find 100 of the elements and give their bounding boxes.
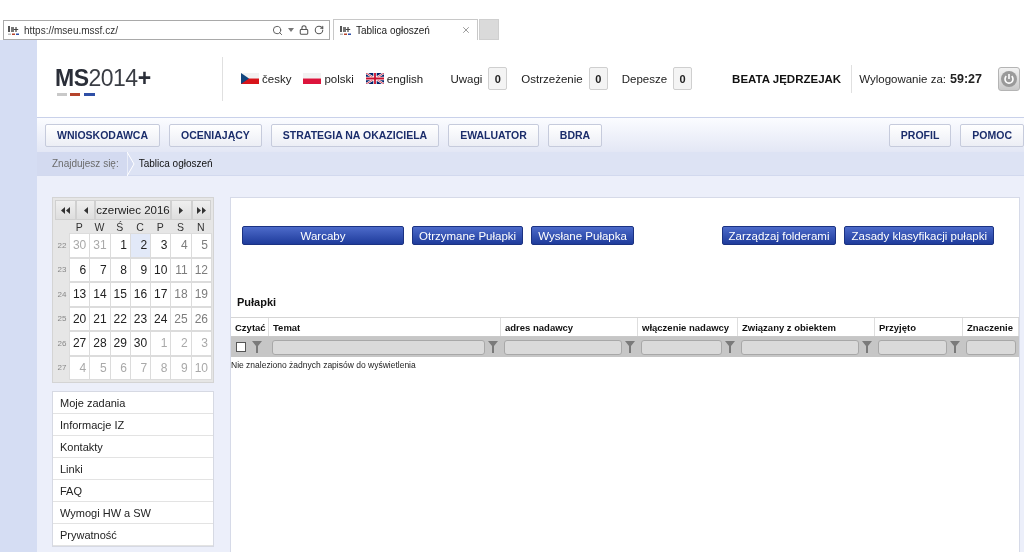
count-badge[interactable]: 0 <box>673 67 693 90</box>
site-icon <box>340 25 351 35</box>
calendar-day[interactable]: 18 <box>170 282 192 307</box>
nav-button[interactable]: EWALUATOR <box>448 123 539 147</box>
filter-icon[interactable] <box>488 341 498 353</box>
refresh-icon[interactable] <box>314 25 324 35</box>
count-badge[interactable]: 0 <box>588 67 608 90</box>
filter-icon[interactable] <box>252 341 262 353</box>
double-right-icon <box>196 206 206 214</box>
column-header[interactable]: Związany z obiektem <box>738 318 875 336</box>
nav-button[interactable]: WNIOSKODAWCA <box>45 123 160 147</box>
counter-label: Uwagi <box>450 72 483 85</box>
nav-button[interactable]: PROFIL <box>888 123 952 147</box>
calendar-day[interactable]: 27 <box>69 331 91 356</box>
language-link[interactable]: english <box>365 72 424 85</box>
column-header[interactable]: Temat <box>269 318 501 336</box>
caret-icon[interactable] <box>288 28 294 32</box>
filter-field[interactable] <box>641 339 722 355</box>
calendar-day[interactable]: 2 <box>129 233 152 258</box>
calendar-title[interactable]: czerwiec 2016 <box>95 200 171 220</box>
breadcrumb-link[interactable]: Tablica ogłoszeń <box>134 158 213 169</box>
previous-year-button[interactable] <box>55 200 77 220</box>
logo-stripes-icon <box>57 92 95 96</box>
calendar-day[interactable]: 13 <box>69 282 91 307</box>
filter-icon[interactable] <box>625 341 635 353</box>
action-button[interactable]: Zasady klasyfikacji pułapki <box>844 226 994 245</box>
action-button[interactable]: Wysłane Pułapka <box>531 226 634 245</box>
browser-tab[interactable]: Tablica ogłoszeń <box>333 19 478 40</box>
filter-icon[interactable] <box>950 341 960 353</box>
close-icon[interactable] <box>461 25 471 35</box>
calendar-day[interactable]: 3 <box>150 233 172 258</box>
sidebar-item[interactable]: Linki <box>53 458 213 480</box>
weekday-label: W <box>93 220 106 233</box>
filter-icon[interactable] <box>725 341 735 353</box>
calendar-day[interactable]: 19 <box>190 282 212 307</box>
calendar-day[interactable]: 29 <box>109 331 131 356</box>
sidebar-item[interactable]: Wymogi HW a SW <box>53 502 213 524</box>
checkbox[interactable] <box>236 342 246 352</box>
calendar-day[interactable]: 15 <box>109 282 131 307</box>
address-bar[interactable]: https://mseu.mssf.cz/ <box>3 20 330 40</box>
logout-button[interactable] <box>998 66 1020 91</box>
nav-button[interactable]: STRATEGIA NA OKAZICIELA <box>270 123 440 147</box>
calendar-day[interactable]: 30 <box>129 331 152 356</box>
language-link[interactable]: česky <box>241 72 292 85</box>
language-link[interactable]: polski <box>303 72 354 85</box>
action-button[interactable]: Warcaby <box>242 226 404 245</box>
calendar-day[interactable]: 11 <box>170 257 192 282</box>
sidebar-item[interactable]: Prywatność <box>53 524 213 546</box>
calendar-day[interactable]: 21 <box>89 306 111 331</box>
counter-label: Ostrzeżenie <box>521 72 583 85</box>
weekday-label: S <box>176 220 186 233</box>
week-number: 25 <box>56 313 68 326</box>
nav-button[interactable]: OCENIAJĄCY <box>169 123 262 147</box>
column-header[interactable]: adres nadawcy <box>501 318 638 336</box>
right-triangle-icon <box>179 206 184 214</box>
filter-icon[interactable] <box>862 341 872 353</box>
calendar-day[interactable]: 5 <box>190 233 212 258</box>
column-header[interactable]: włączenie nadawcy <box>638 318 738 336</box>
lock-icon[interactable] <box>299 25 309 35</box>
calendar-day[interactable]: 7 <box>89 257 111 282</box>
filter-field[interactable] <box>504 339 622 355</box>
calendar-day[interactable]: 1 <box>109 233 131 258</box>
nav-button[interactable]: BDRA <box>547 123 603 147</box>
weekday-label: N <box>196 220 206 233</box>
sidebar-item[interactable]: Moje zadania <box>53 392 213 414</box>
left-triangle-icon <box>83 206 88 214</box>
logo-text[interactable]: MS2014+ <box>55 65 151 90</box>
action-button[interactable]: Zarządzaj folderami <box>721 226 837 245</box>
weekday-label: C <box>135 220 145 233</box>
calendar-day[interactable]: 25 <box>170 306 192 331</box>
search-icon[interactable] <box>272 24 283 36</box>
site-icon <box>8 25 19 35</box>
calendar-day[interactable]: 28 <box>89 331 111 356</box>
filter-field[interactable] <box>878 339 947 355</box>
next-month-button[interactable] <box>170 200 192 220</box>
nav-button[interactable]: POMOC <box>960 123 1024 147</box>
column-header[interactable]: Czytać <box>231 318 269 336</box>
calendar-day[interactable]: 17 <box>150 282 172 307</box>
action-button[interactable]: Otrzymane Pułapki <box>412 226 524 245</box>
weekday-label: P <box>155 220 165 233</box>
calendar-day[interactable]: 14 <box>89 282 111 307</box>
filter-field[interactable] <box>966 339 1016 355</box>
sidebar-item[interactable]: Kontakty <box>53 436 213 458</box>
calendar-day[interactable]: 4 <box>170 233 192 258</box>
polish-flag-icon <box>303 73 322 84</box>
next-year-button[interactable] <box>191 200 211 220</box>
filter-field[interactable] <box>741 339 859 355</box>
counter-label: Depesze <box>621 72 668 85</box>
column-header[interactable]: Znaczenie <box>963 318 1019 336</box>
column-header[interactable]: Przyjęto <box>875 318 963 336</box>
week-number: 23 <box>56 264 68 277</box>
sidebar-item[interactable]: Informacje IZ <box>53 414 213 436</box>
count-badge[interactable]: 0 <box>488 67 508 90</box>
empty-message: Nie znaleziono żadnych zapisów do wyświetlenia <box>231 359 416 370</box>
previous-month-button[interactable] <box>76 200 96 220</box>
calendar-day[interactable]: 16 <box>129 282 152 307</box>
logout-timer: 59:27 <box>950 71 982 86</box>
filter-field[interactable] <box>272 339 485 355</box>
sidebar-item[interactable]: FAQ <box>53 480 213 502</box>
week-number: 22 <box>56 239 68 252</box>
